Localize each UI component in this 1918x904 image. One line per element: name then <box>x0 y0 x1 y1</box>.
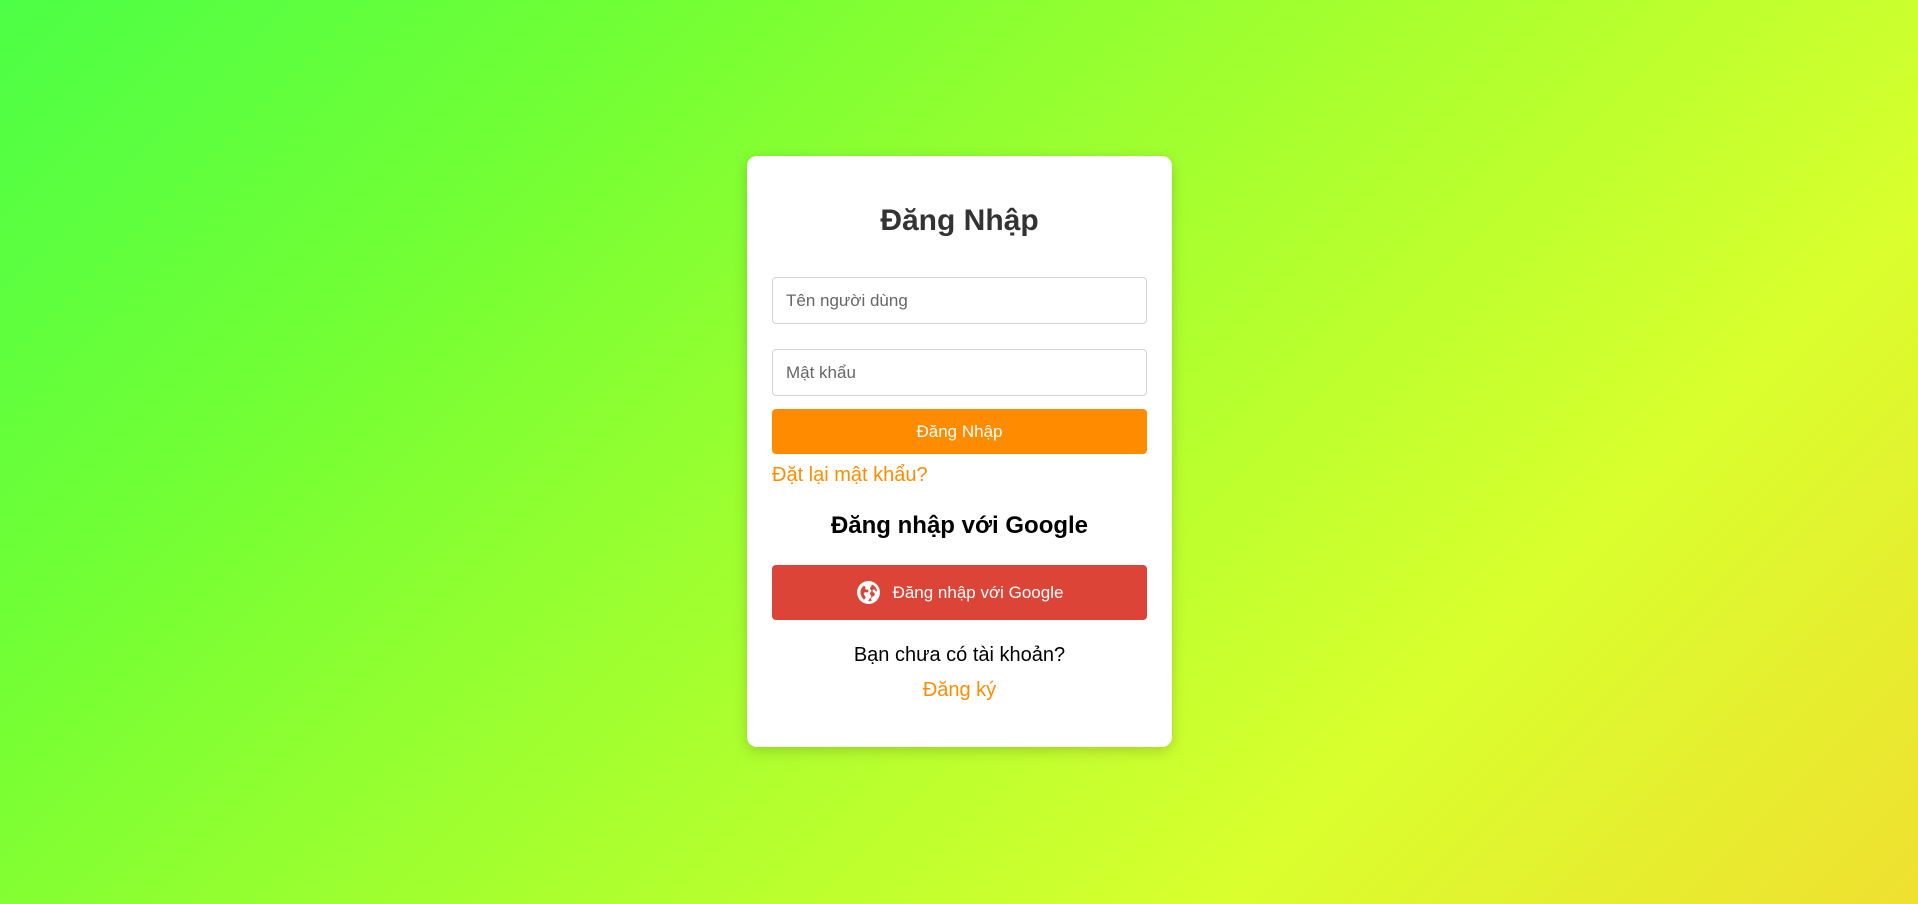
google-login-heading: Đăng nhập với Google <box>830 512 1089 539</box>
no-account-prompt: Bạn chưa có tài khoản? <box>853 644 1066 666</box>
login-card: Đăng Nhập Đăng Nhập Đặt lại mật khẩu? Đă… <box>747 156 1172 747</box>
google-login-button-label: Đăng nhập với Google <box>892 582 1064 602</box>
login-button[interactable]: Đăng Nhập <box>772 409 1147 454</box>
username-input[interactable] <box>772 277 1147 324</box>
globe-icon <box>856 580 881 605</box>
google-login-button[interactable]: Đăng nhập với Google <box>772 565 1147 620</box>
forgot-password-link[interactable]: Đặt lại mật khẩu? <box>772 464 928 487</box>
register-link[interactable]: Đăng ký <box>747 679 1172 702</box>
password-input[interactable] <box>772 349 1147 396</box>
page-title: Đăng Nhập <box>880 204 1039 237</box>
